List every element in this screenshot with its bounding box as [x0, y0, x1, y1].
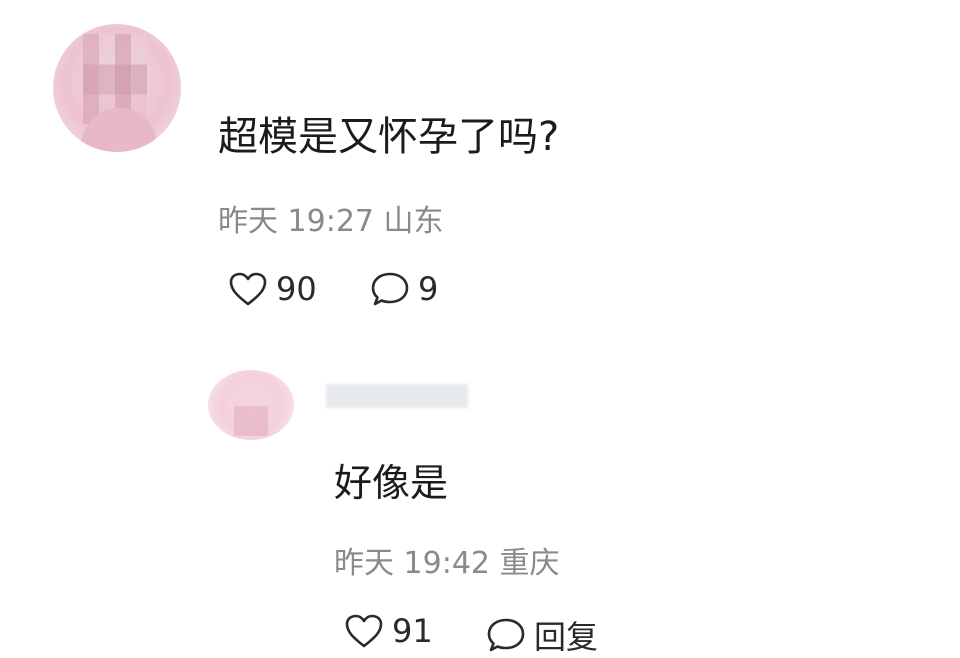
- comment-button[interactable]: 9: [370, 270, 438, 308]
- reply-like-button[interactable]: 91: [344, 612, 433, 650]
- reply-meta: 昨天 19:42 重庆: [334, 546, 560, 581]
- reply-button[interactable]: 回复: [486, 612, 598, 658]
- reply-label: 回复: [534, 618, 599, 656]
- speech-bubble-icon: [487, 618, 525, 652]
- speech-bubble-icon: [371, 272, 409, 306]
- comment-meta: 昨天 19:27 山东: [218, 204, 444, 239]
- heart-outline-icon: [345, 614, 383, 648]
- replier-name-blurred[interactable]: [326, 384, 468, 408]
- reply-text: 好像是: [334, 461, 449, 505]
- replier-avatar[interactable]: [208, 370, 294, 440]
- commenter-avatar[interactable]: [53, 24, 181, 152]
- comment-count: 9: [418, 270, 439, 308]
- comment-text: 超模是又怀孕了吗?: [218, 114, 560, 160]
- heart-outline-icon: [229, 272, 267, 306]
- like-count: 90: [276, 270, 317, 308]
- avatar-blur-mosaic: [234, 376, 268, 436]
- reply-like-count: 91: [392, 612, 433, 650]
- like-button[interactable]: 90: [228, 270, 317, 308]
